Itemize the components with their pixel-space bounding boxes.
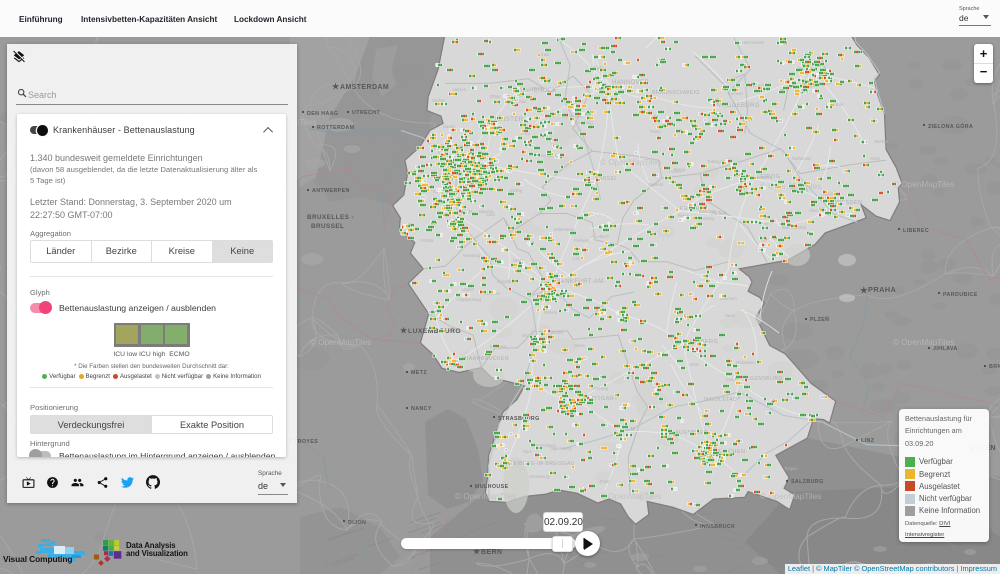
svg-text:PLZEŇ: PLZEŇ (810, 315, 829, 323)
svg-text:BRUXELLES -: BRUXELLES - (307, 214, 354, 221)
svg-text:Soest: Soest (574, 343, 586, 348)
svg-text:BERN: BERN (481, 549, 502, 556)
svg-text:DIJON: DIJON (348, 520, 366, 526)
svg-text:LIBEREC: LIBEREC (903, 228, 929, 234)
svg-text:★: ★ (859, 285, 868, 295)
svg-text:Wetzlar: Wetzlar (874, 139, 889, 144)
svg-text:JIHLAVA: JIHLAVA (933, 346, 958, 352)
svg-text:Uelzen: Uelzen (453, 87, 467, 92)
svg-text:STRASBOURG: STRASBOURG (498, 416, 540, 422)
svg-text:ZIELONA GÓRA: ZIELONA GÓRA (928, 122, 973, 130)
svg-text:Peine: Peine (650, 129, 661, 134)
svg-text:DEN HAAG: DEN HAAG (307, 111, 338, 117)
svg-text:★: ★ (332, 82, 340, 91)
svg-text:Fritzlar: Fritzlar (421, 238, 434, 243)
svg-text:Freiberg: Freiberg (574, 238, 590, 243)
svg-text:Holzminden: Holzminden (742, 40, 765, 45)
svg-text:BRNO: BRNO (989, 364, 1000, 370)
svg-text:UTRECHT: UTRECHT (352, 110, 380, 116)
svg-text:Rathenow: Rathenow (792, 156, 812, 161)
svg-text:SALZBURG: SALZBURG (791, 479, 824, 485)
svg-text:Verden: Verden (550, 330, 564, 335)
svg-text:Cloppenburg: Cloppenburg (457, 297, 482, 302)
svg-text:MULHOUSE: MULHOUSE (475, 484, 509, 490)
svg-text:Olpe: Olpe (523, 449, 533, 454)
svg-text:INGOLSTADT: INGOLSTADT (704, 397, 741, 403)
svg-text:Achern: Achern (669, 169, 683, 174)
svg-text:© OpenMapTiles: © OpenMapTiles (310, 338, 371, 347)
svg-text:Saalfeld: Saalfeld (648, 182, 664, 187)
svg-text:PRAHA: PRAHA (868, 285, 897, 294)
svg-text:© OpenMapTiles: © OpenMapTiles (455, 492, 516, 501)
svg-text:Belzig: Belzig (532, 86, 544, 91)
svg-text:INNSBRUCK: INNSBRUCK (700, 524, 735, 530)
svg-text:Torgau: Torgau (784, 466, 797, 471)
svg-text:© OpenMapTiles: © OpenMapTiles (893, 180, 954, 189)
svg-text:ANTWERPEN: ANTWERPEN (312, 188, 350, 194)
svg-text:Rinteln: Rinteln (544, 310, 558, 315)
svg-text:Forst: Forst (600, 479, 610, 484)
svg-text:Northeim: Northeim (755, 175, 772, 180)
svg-text:Zittau: Zittau (490, 94, 501, 99)
svg-text:Auerbach: Auerbach (591, 234, 610, 239)
svg-text:Alzey: Alzey (870, 156, 881, 161)
svg-text:Strausberg: Strausberg (529, 474, 550, 479)
svg-text:© OpenMapTiles: © OpenMapTiles (760, 492, 821, 501)
svg-text:Bautzen: Bautzen (479, 209, 495, 214)
svg-text:TROYES: TROYES (294, 439, 318, 445)
svg-text:METZ: METZ (411, 370, 427, 376)
svg-text:LINZ: LINZ (861, 438, 875, 444)
svg-text:NANCY: NANCY (411, 406, 432, 412)
svg-text:★: ★ (400, 326, 408, 335)
svg-text:AMSTERDAM: AMSTERDAM (340, 84, 389, 91)
svg-text:Daun: Daun (725, 313, 736, 318)
svg-text:FREIBURG-IM-BREISGAU: FREIBURG-IM-BREISGAU (506, 461, 575, 467)
svg-text:PARDUBICE: PARDUBICE (943, 292, 978, 298)
svg-text:Nienburg: Nienburg (463, 253, 481, 258)
svg-text:ROTTERDAM: ROTTERDAM (317, 125, 355, 131)
svg-text:BRUSSEL: BRUSSEL (311, 223, 344, 230)
svg-text:Zeitz: Zeitz (690, 362, 699, 367)
